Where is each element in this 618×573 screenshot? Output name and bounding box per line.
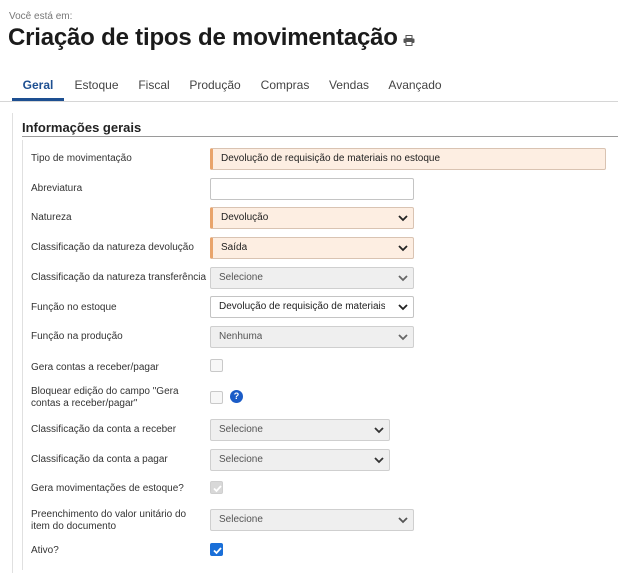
natureza-value: Devolução (221, 212, 269, 223)
chevron-down-icon (398, 334, 408, 341)
bloquear-edicao-checkbox[interactable] (210, 391, 223, 404)
class-conta-pagar-value: Selecione (219, 454, 263, 465)
gera-movimentacoes-checkbox[interactable] (210, 481, 223, 494)
chevron-down-icon (398, 304, 408, 311)
printer-icon[interactable] (403, 33, 415, 51)
class-conta-receber-select[interactable]: Selecione (210, 419, 390, 441)
gera-contas-checkbox[interactable] (210, 359, 223, 372)
question-circle-icon[interactable]: ? (230, 390, 243, 403)
label-gera-movimentacoes: Gera movimentações de estoque? (31, 483, 184, 494)
funcao-producao-value: Nenhuma (219, 331, 263, 342)
class-conta-receber-value: Selecione (219, 424, 263, 435)
label-funcao-estoque: Função no estoque (31, 302, 117, 313)
abreviatura-input[interactable] (210, 178, 414, 200)
tipo-movimentacao-input[interactable]: Devolução de requisição de materiais no … (210, 148, 606, 170)
chevron-down-icon (398, 275, 408, 282)
title-row: Criação de tipos de movimentação (8, 24, 415, 52)
tab-geral[interactable]: Geral (12, 70, 64, 101)
funcao-producao-select[interactable]: Nenhuma (210, 326, 414, 348)
tab-bar: Geral Estoque Fiscal Produção Compras Ve… (0, 70, 618, 102)
label-abreviatura: Abreviatura (31, 183, 83, 194)
funcao-estoque-select[interactable]: Devolução de requisição de materiais ind (210, 296, 414, 318)
label-class-natureza-transferencia: Classificação da natureza transferência (31, 272, 207, 283)
label-class-conta-receber: Classificação da conta a receber (31, 424, 177, 435)
label-class-conta-pagar: Classificação da conta a pagar (31, 454, 168, 465)
tab-estoque[interactable]: Estoque (68, 70, 125, 101)
chevron-down-icon (398, 215, 408, 222)
check-icon (213, 485, 222, 493)
label-gera-contas: Gera contas a receber/pagar (31, 362, 159, 373)
check-icon (213, 547, 222, 555)
funcao-estoque-value: Devolução de requisição de materiais ind (219, 301, 385, 312)
section-box (22, 140, 618, 570)
tab-avancado[interactable]: Avançado (385, 70, 445, 101)
class-natureza-devolucao-select[interactable]: Saída (210, 237, 414, 259)
chevron-down-icon (374, 427, 384, 434)
label-preenchimento-valor: Preenchimento do valor unitário do item … (31, 509, 187, 532)
label-class-natureza-devolucao: Classificação da natureza devolução (31, 242, 194, 253)
page-title: Criação de tipos de movimentação (8, 24, 398, 51)
label-natureza: Natureza (31, 212, 72, 223)
preenchimento-valor-select[interactable]: Selecione (210, 509, 414, 531)
label-ativo: Ativo? (31, 545, 59, 556)
label-bloquear-edicao: Bloquear edição do campo "Gera contas a … (31, 386, 179, 409)
natureza-select[interactable]: Devolução (210, 207, 414, 229)
label-funcao-producao: Função na produção (31, 331, 123, 342)
label-tipo-movimentacao: Tipo de movimentação (31, 153, 132, 164)
ativo-checkbox[interactable] (210, 543, 223, 556)
breadcrumb: Você está em: (9, 11, 73, 22)
class-natureza-transferencia-select[interactable]: Selecione (210, 267, 414, 289)
class-conta-pagar-select[interactable]: Selecione (210, 449, 390, 471)
tab-fiscal[interactable]: Fiscal (134, 70, 174, 101)
class-natureza-transferencia-value: Selecione (219, 272, 263, 283)
tab-producao[interactable]: Produção (186, 70, 244, 101)
chevron-down-icon (398, 517, 408, 524)
preenchimento-valor-value: Selecione (219, 514, 263, 525)
section-title: Informações gerais (22, 120, 142, 135)
section-divider (22, 136, 618, 137)
class-natureza-devolucao-value: Saída (221, 242, 248, 253)
chevron-down-icon (398, 245, 408, 252)
chevron-down-icon (374, 457, 384, 464)
tab-vendas[interactable]: Vendas (325, 70, 373, 101)
tab-compras[interactable]: Compras (257, 70, 313, 101)
